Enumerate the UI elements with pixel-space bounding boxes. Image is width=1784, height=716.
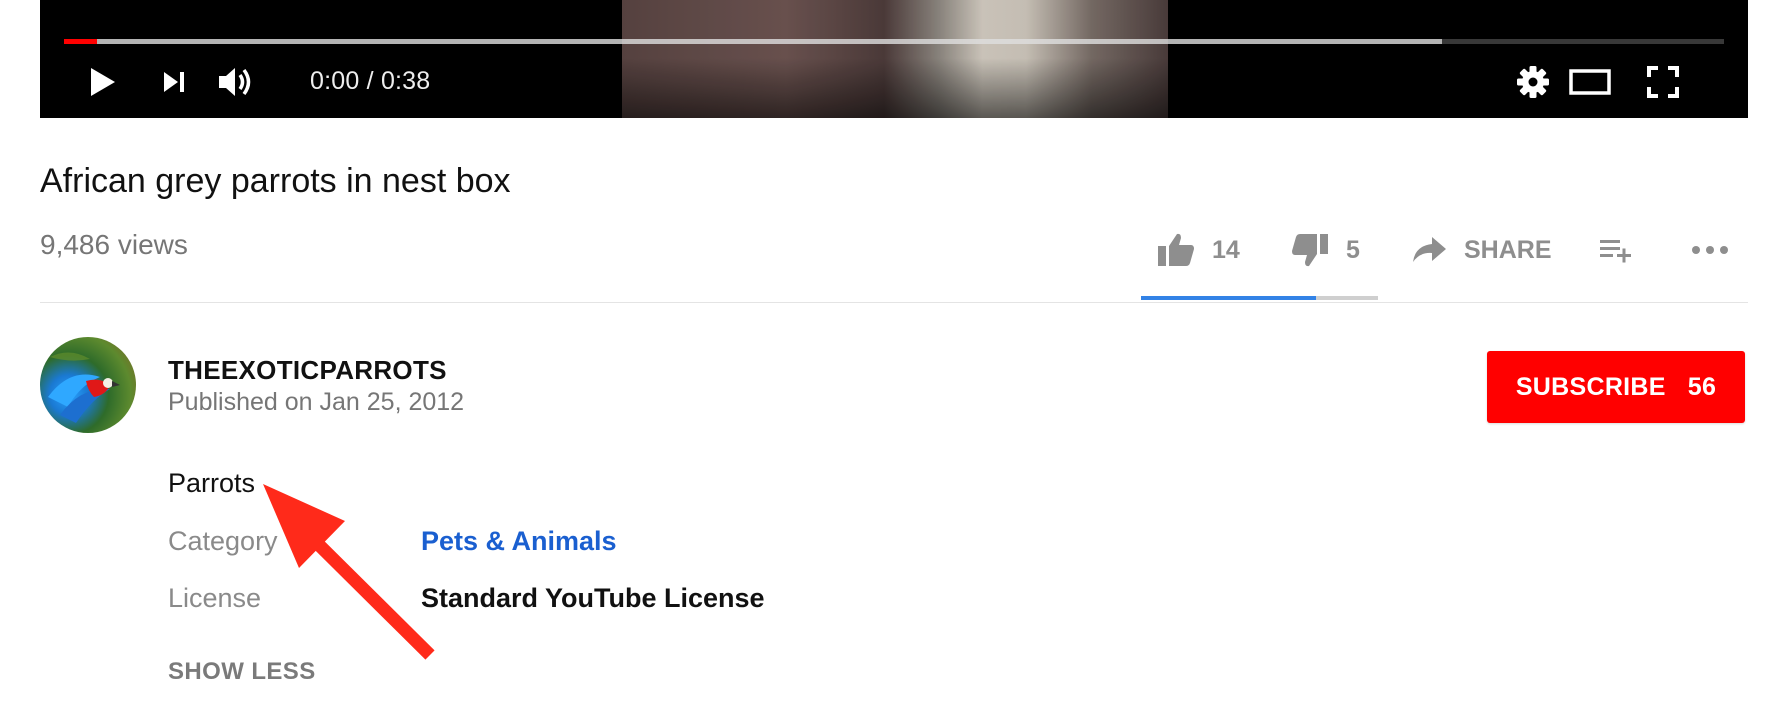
subscribe-button[interactable]: SUBSCRIBE 56 — [1487, 351, 1745, 423]
description-text: Parrots — [168, 468, 256, 498]
video-player[interactable]: 0:00 / 0:38 — [40, 0, 1748, 118]
sentiment-bar — [1141, 296, 1378, 300]
like-button[interactable]: 14 — [1156, 228, 1240, 272]
theater-mode-icon — [1569, 69, 1611, 95]
license-label: License — [168, 583, 262, 613]
theater-mode-button[interactable] — [1562, 60, 1618, 104]
fullscreen-icon — [1647, 66, 1679, 98]
subscribe-label: SUBSCRIBE — [1515, 372, 1666, 401]
next-button[interactable] — [152, 60, 196, 104]
share-icon — [1413, 237, 1446, 262]
like-count: 14 — [1212, 235, 1240, 264]
more-actions-button[interactable] — [1690, 228, 1746, 272]
category-label: Category — [168, 526, 278, 556]
settings-button[interactable] — [1510, 60, 1556, 104]
progress-played — [64, 39, 98, 44]
channel-name[interactable]: THEEXOTICPARROTS — [168, 354, 447, 386]
share-label: SHARE — [1464, 235, 1552, 264]
video-frame[interactable] — [622, 0, 1168, 118]
time-total: 0:38 — [380, 67, 431, 95]
dislike-count: 5 — [1346, 235, 1360, 264]
video-title: African grey parrots in nest box — [40, 162, 511, 200]
share-button[interactable]: SHARE — [1410, 228, 1552, 272]
sentiment-like-fill — [1141, 296, 1317, 300]
volume-icon — [219, 68, 251, 96]
time-display: 0:00 / 0:38 — [310, 66, 430, 96]
play-icon — [91, 68, 115, 96]
show-less-button[interactable]: SHOW LESS — [168, 656, 316, 688]
category-link[interactable]: Pets & Animals — [421, 524, 617, 558]
progress-buffered — [64, 39, 1442, 44]
progress-bar[interactable] — [64, 39, 1724, 44]
time-separator: / — [366, 67, 374, 95]
subscriber-count: 56 — [1687, 372, 1717, 401]
fullscreen-button[interactable] — [1640, 60, 1686, 104]
view-count: 9,486 views — [40, 229, 188, 260]
next-icon — [164, 72, 184, 92]
volume-button[interactable] — [210, 60, 260, 104]
thumbs-up-icon — [1158, 233, 1194, 266]
thumbs-down-icon — [1292, 234, 1328, 267]
time-current: 0:00 — [310, 67, 360, 95]
playlist-add-icon — [1600, 240, 1631, 263]
dislike-button[interactable]: 5 — [1290, 228, 1360, 272]
play-button[interactable] — [80, 60, 124, 104]
publish-date: Published on Jan 25, 2012 — [168, 388, 465, 416]
parrot-avatar-image — [48, 352, 120, 423]
settings-icon — [1517, 66, 1549, 98]
channel-avatar[interactable] — [40, 337, 136, 433]
add-to-playlist-button[interactable] — [1598, 228, 1650, 272]
license-value: Standard YouTube License — [421, 583, 765, 613]
divider — [40, 302, 1748, 303]
more-horizontal-icon — [1692, 246, 1728, 254]
